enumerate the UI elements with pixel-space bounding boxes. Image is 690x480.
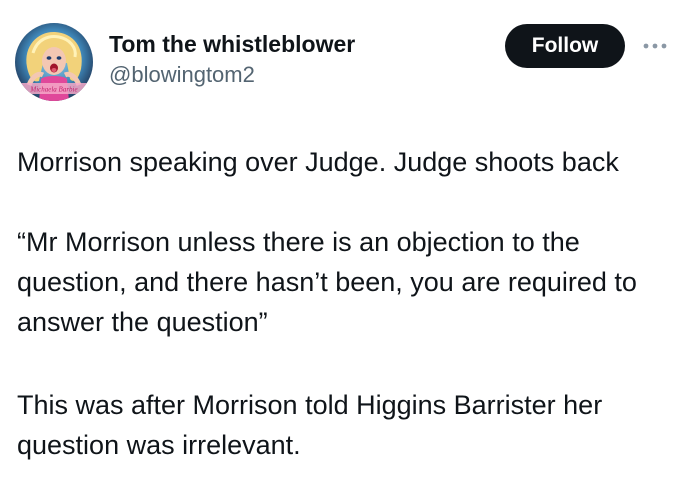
tweet-card: Michaela Barbie Tom the whistleblower @b…: [0, 0, 690, 480]
author-handle[interactable]: @blowingtom2: [109, 62, 255, 88]
more-options-icon[interactable]: [641, 37, 671, 55]
avatar-banner-text: Michaela Barbie: [29, 86, 77, 94]
tweet-paragraph: This was after Morrison told Higgins Bar…: [17, 390, 603, 460]
follow-button[interactable]: Follow: [505, 24, 625, 68]
tweet-paragraph: “Mr Morrison unless there is an objectio…: [17, 227, 637, 337]
profile-avatar-icon[interactable]: Michaela Barbie: [15, 23, 93, 101]
author-display-name[interactable]: Tom the whistleblower: [109, 31, 355, 58]
avatar-image: Michaela Barbie: [15, 23, 93, 101]
tweet-paragraph: Morrison speaking over Judge. Judge shoo…: [17, 147, 619, 177]
